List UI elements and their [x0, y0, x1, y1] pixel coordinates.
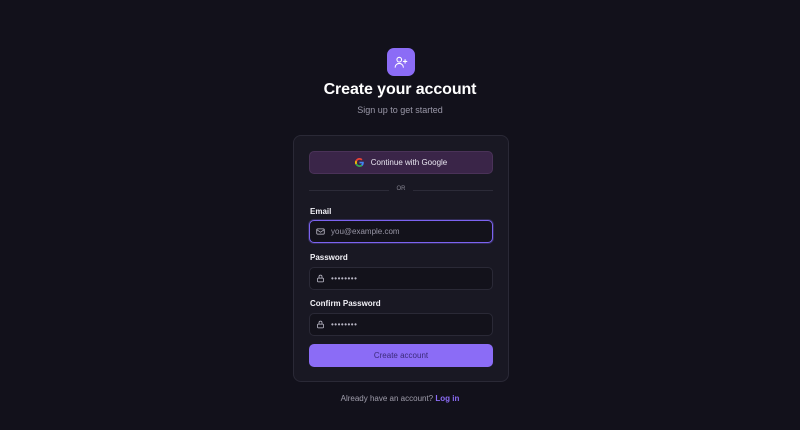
confirm-password-label: Confirm Password: [310, 299, 381, 308]
password-field[interactable]: ••••••••: [309, 267, 493, 290]
lock-icon: [316, 274, 325, 283]
confirm-password-field[interactable]: ••••••••: [309, 313, 493, 336]
login-prompt-text: Already have an account?: [340, 394, 434, 403]
password-input[interactable]: ••••••••: [331, 274, 357, 283]
create-account-button[interactable]: Create account: [309, 344, 493, 367]
or-divider: OR: [309, 185, 493, 195]
signup-page: Create your account Sign up to get start…: [0, 0, 800, 430]
password-label: Password: [310, 253, 348, 262]
user-plus-badge: [387, 48, 415, 76]
user-plus-icon: [394, 56, 408, 68]
login-link[interactable]: Log in: [435, 394, 459, 403]
page-title: Create your account: [323, 81, 477, 98]
google-icon: [354, 158, 364, 167]
email-input[interactable]: [331, 227, 481, 236]
login-prompt: Already have an account? Log in: [0, 394, 800, 403]
confirm-password-input[interactable]: ••••••••: [331, 320, 357, 329]
continue-with-google-button[interactable]: Continue with Google: [309, 151, 493, 174]
mail-icon: [316, 227, 325, 236]
page-subtitle: Sign up to get started: [357, 105, 443, 115]
divider-text: OR: [396, 186, 406, 192]
email-label: Email: [310, 207, 332, 216]
google-button-label: Continue with Google: [370, 158, 448, 167]
signup-card: Continue with Google OR Email Password: [293, 135, 509, 382]
lock-icon: [316, 320, 325, 329]
email-field[interactable]: [309, 220, 493, 243]
divider-line-right: [413, 190, 493, 191]
